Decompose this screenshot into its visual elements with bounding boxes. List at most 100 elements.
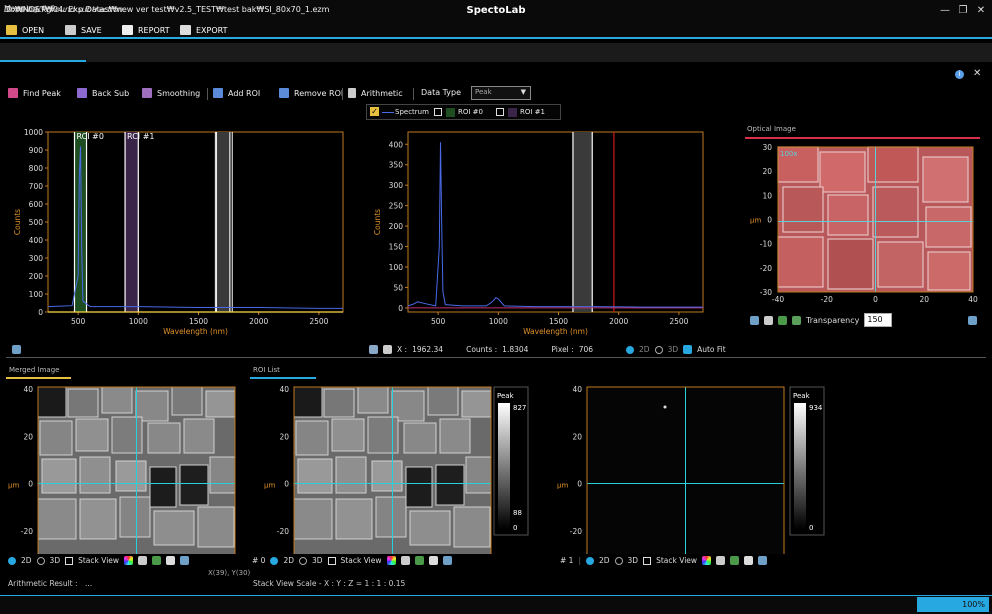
x-tick-label: -40	[772, 295, 784, 304]
find-peak-button[interactable]: Find Peak	[8, 88, 61, 98]
info-icon[interactable]: i	[955, 70, 964, 79]
back-sub-button[interactable]: Back Sub	[77, 88, 129, 98]
autofit-checkbox[interactable]	[683, 345, 693, 354]
map-tile	[295, 420, 329, 456]
save-button[interactable]: SAVE	[65, 23, 102, 37]
map-tile	[331, 418, 365, 452]
roi1-2d-radio[interactable]	[585, 556, 594, 565]
open-button[interactable]: OPEN	[6, 23, 44, 37]
roi-label: RCI #0	[76, 132, 103, 141]
remove-roi-button[interactable]: Remove ROI	[279, 88, 343, 98]
y-tick-label: 50	[393, 283, 403, 292]
mode-2d-label: 2D	[639, 345, 650, 354]
palette-icon[interactable]	[124, 556, 134, 565]
y-tick-label: 300	[389, 181, 404, 190]
roi1-stack-label: Stack View	[656, 556, 698, 565]
roi-list-title: ROI List	[253, 366, 280, 374]
roi-list-underline	[250, 377, 316, 379]
y-tick-label: 0	[284, 480, 289, 489]
optical-image-panel[interactable]: 100x 30 20 10 0 -10 -20 -30-40 -20 0 20 40 μm	[745, 140, 985, 310]
zoom-icon[interactable]	[180, 556, 190, 565]
close-file-icon[interactable]: ✕	[973, 68, 981, 79]
tab-bar	[0, 43, 992, 62]
roi-spectrum-chart[interactable]: 0 100 200 300 400 500 600 700 800 900 1000 500 1000 1…	[0, 120, 360, 345]
crystal-grain	[922, 156, 969, 203]
map-tile	[297, 458, 333, 494]
y-tick-label: 400	[389, 140, 404, 149]
arithmetic-button[interactable]: Arithmetic	[348, 88, 403, 98]
image-icon[interactable]	[792, 315, 801, 325]
save-icon[interactable]	[730, 556, 740, 565]
palette-icon[interactable]	[702, 556, 712, 565]
save-image-icon[interactable]	[778, 315, 787, 325]
save-icon[interactable]	[152, 556, 162, 565]
mode-2d-radio[interactable]	[626, 345, 635, 354]
y-tick-label: 40	[572, 385, 582, 394]
zoom-icon[interactable]	[750, 315, 759, 325]
spectrum-chart[interactable]: 0 50 100 150 200 250 300 350 400 500 1000 1500 2000 2…	[360, 120, 720, 345]
roi1-map[interactable]: -40-200204040200-20-40μmPeak9340	[550, 382, 850, 554]
zoom-icon[interactable]	[442, 556, 452, 565]
y-unit: μm	[557, 482, 568, 490]
data-type-select[interactable]: Peak ▼	[471, 86, 531, 100]
copy-icon[interactable]	[716, 556, 726, 565]
roi0-map[interactable]: -40-200204040200-20-40μmPeak827880	[250, 382, 550, 554]
crystal-grain	[827, 194, 869, 236]
spectrum-checkbox[interactable]: ✓	[370, 107, 379, 116]
x-tick-label: 500	[431, 317, 446, 326]
settings-icon[interactable]	[12, 345, 21, 354]
roi1-3d-radio[interactable]	[614, 556, 623, 565]
y-tick-label: 20	[572, 432, 582, 441]
copy-icon[interactable]	[138, 556, 148, 565]
roi0-checkbox[interactable]	[434, 108, 442, 116]
transparency-value: 150	[867, 315, 883, 324]
readout-row: X : 1962.34 Counts : 1.8304 Pixel : 706 …	[369, 345, 726, 354]
export-button[interactable]: EXPORT	[180, 23, 228, 37]
export-icon[interactable]	[744, 556, 754, 565]
find-peak-icon	[8, 88, 18, 98]
spectrum-legend: ✓ Spectrum ROI #0 ROI #1	[366, 104, 561, 120]
export-icon[interactable]	[166, 556, 176, 565]
roi0-3d-radio[interactable]	[299, 556, 307, 565]
roi1-stack-checkbox[interactable]	[643, 556, 652, 565]
roi0-2d-radio[interactable]	[270, 556, 279, 565]
minimize-button[interactable]: —	[938, 4, 952, 17]
save-chart-icon[interactable]	[383, 345, 392, 354]
map-tile	[79, 456, 111, 494]
stack-view-scale: Stack View Scale - X : Y : Z = 1 : 1 : 0…	[253, 579, 406, 588]
maximize-button[interactable]: ❐	[956, 4, 970, 17]
export-icon[interactable]	[428, 556, 438, 565]
palette-icon[interactable]	[386, 556, 396, 565]
zoom-out-icon[interactable]	[968, 316, 977, 325]
data-type-value: Peak	[475, 88, 492, 96]
save-icon[interactable]	[414, 556, 424, 565]
add-roi-button[interactable]: Add ROI	[213, 88, 260, 98]
progress-value: 100%	[962, 600, 985, 609]
copy-icon[interactable]	[400, 556, 410, 565]
optical-underline	[745, 137, 980, 139]
merged-3d-radio[interactable]	[36, 556, 45, 565]
save-icon	[65, 25, 76, 35]
smoothing-button[interactable]: Smoothing	[142, 88, 200, 98]
copy-chart-icon[interactable]	[369, 345, 378, 354]
copy-icon[interactable]	[764, 315, 773, 325]
roi1-checkbox[interactable]	[496, 108, 504, 116]
zoom-label: 100x	[780, 150, 798, 158]
status-bar	[0, 595, 992, 614]
roi0-stack-checkbox[interactable]	[327, 556, 336, 565]
map-tile	[209, 456, 236, 494]
merged-2d-radio[interactable]	[8, 556, 16, 565]
map-tile	[403, 422, 437, 454]
mode-3d-radio[interactable]	[654, 345, 663, 354]
crystal-grain	[782, 186, 824, 233]
crystal-grain	[827, 238, 874, 290]
roi1-legend-label: ROI #1	[520, 108, 545, 116]
zoom-icon[interactable]	[758, 556, 768, 565]
close-window-button[interactable]: ✕	[974, 4, 988, 17]
merged-stack-checkbox[interactable]	[65, 556, 74, 565]
report-button[interactable]: REPORT	[122, 23, 170, 37]
crystal-grain	[925, 206, 972, 248]
transparency-input[interactable]: 150	[864, 313, 893, 327]
merged-image-map[interactable]: -40-200204040200-20-40μm	[0, 382, 245, 554]
y-tick-label: -30	[760, 288, 772, 297]
